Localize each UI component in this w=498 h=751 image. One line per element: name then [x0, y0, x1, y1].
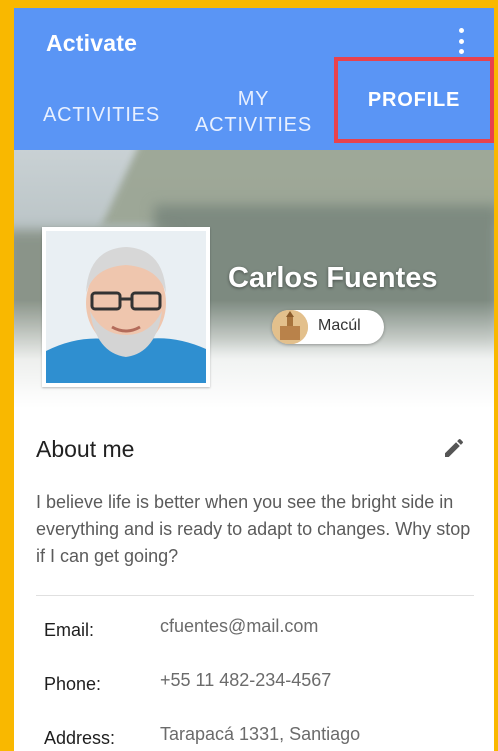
- tab-profile-label: PROFILE: [367, 89, 461, 111]
- tab-activities[interactable]: ACTIVITIES: [29, 102, 174, 128]
- email-value[interactable]: cfuentes@mail.com: [160, 616, 318, 637]
- divider: [36, 595, 474, 596]
- avatar-photo: [46, 231, 206, 383]
- app-title: Activate: [46, 30, 138, 56]
- about-text: I believe life is better when you see th…: [36, 492, 471, 566]
- address-label: Address:: [44, 728, 116, 748]
- app-screen: Activate ACTIVITIES MY ACTIVITIES PROFIL…: [14, 8, 494, 751]
- about-title: About me: [36, 436, 135, 462]
- profile-name: Carlos Fuentes: [228, 262, 438, 294]
- address-value[interactable]: Tarapacá 1331, Santiago: [160, 724, 360, 745]
- tab-my-activities[interactable]: MY ACTIVITIES: [186, 86, 321, 138]
- tab-my-activities-label-line1: MY: [237, 88, 270, 110]
- app-bar: Activate ACTIVITIES MY ACTIVITIES PROFIL…: [14, 8, 494, 150]
- tab-activities-label: ACTIVITIES: [43, 104, 160, 126]
- location-thumbnail: [272, 310, 308, 344]
- location-badge[interactable]: Macúl: [272, 310, 384, 344]
- phone-value[interactable]: +55 11 482-234-4567: [160, 670, 331, 691]
- tab-my-activities-label-line2: ACTIVITIES: [195, 114, 312, 136]
- avatar[interactable]: [42, 227, 210, 387]
- phone-label: Phone:: [44, 674, 102, 694]
- tab-profile[interactable]: PROFILE: [334, 57, 494, 143]
- email-label: Email:: [44, 620, 95, 640]
- location-label: Macúl: [318, 317, 361, 334]
- pencil-icon[interactable]: [442, 436, 466, 460]
- more-vert-icon[interactable]: [450, 28, 472, 54]
